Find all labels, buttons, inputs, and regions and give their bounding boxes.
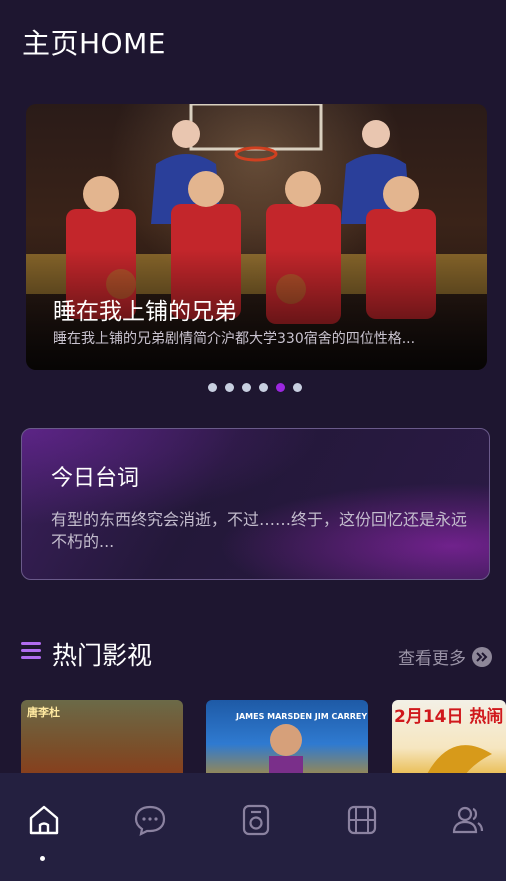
menu-icon bbox=[21, 642, 41, 660]
banner-carousel[interactable]: 睡在我上铺的兄弟 睡在我上铺的兄弟剧情简介沪都大学330宿舍的四位性格... bbox=[26, 104, 487, 370]
see-more-label: 查看更多 bbox=[398, 649, 466, 669]
film-icon bbox=[347, 805, 377, 835]
tab-home[interactable] bbox=[19, 803, 69, 861]
carousel-dot[interactable] bbox=[208, 383, 217, 392]
carousel-dot[interactable] bbox=[225, 383, 234, 392]
users-icon bbox=[452, 806, 484, 834]
carousel-dot[interactable] bbox=[293, 383, 302, 392]
active-tab-indicator bbox=[40, 856, 45, 861]
banner-title: 睡在我上铺的兄弟 bbox=[53, 299, 237, 325]
movie-poster[interactable]: 2月14日 热闹 bbox=[392, 700, 506, 780]
poster-title: 唐李杜 bbox=[27, 706, 60, 719]
section-title: 热门影视 bbox=[52, 641, 153, 670]
page-title: 主页HOME bbox=[22, 27, 166, 60]
tab-users[interactable] bbox=[443, 803, 493, 853]
tab-camera[interactable] bbox=[231, 803, 281, 853]
quote-text: 有型的东西终究会消逝，不过……终于，这份回忆还是永远不朽的... bbox=[51, 510, 468, 551]
carousel-dot-active[interactable] bbox=[276, 383, 285, 392]
popular-section-header: 热门影视 查看更多 bbox=[21, 636, 492, 672]
see-more-link[interactable]: 查看更多 bbox=[398, 644, 492, 669]
carousel-dot[interactable] bbox=[259, 383, 268, 392]
carousel-dot[interactable] bbox=[242, 383, 251, 392]
poster-figure bbox=[269, 724, 303, 780]
quote-title: 今日台词 bbox=[51, 466, 140, 491]
tab-chat[interactable] bbox=[125, 803, 175, 853]
carousel-dots[interactable] bbox=[208, 383, 302, 392]
poster-dragon bbox=[427, 745, 492, 779]
movie-poster[interactable]: JAMES MARSDEN JIM CARREY bbox=[206, 700, 368, 780]
double-chevron-right-icon bbox=[472, 646, 492, 667]
camera-icon bbox=[242, 804, 270, 836]
movie-poster[interactable]: 唐李杜 bbox=[21, 700, 183, 780]
tab-film[interactable] bbox=[337, 803, 387, 853]
chat-icon bbox=[134, 805, 166, 836]
banner-description: 睡在我上铺的兄弟剧情简介沪都大学330宿舍的四位性格... bbox=[53, 331, 416, 347]
home-icon bbox=[29, 805, 59, 835]
daily-quote-card[interactable]: 今日台词 有型的东西终究会消逝，不过……终于，这份回忆还是永远不朽的... bbox=[21, 428, 490, 580]
bottom-tab-bar bbox=[0, 773, 506, 881]
